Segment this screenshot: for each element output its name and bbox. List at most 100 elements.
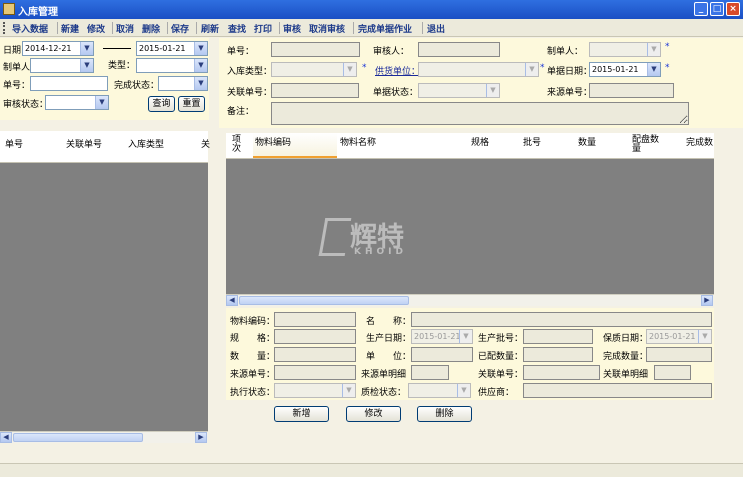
dropdown-arrow-icon[interactable]: ▼	[647, 63, 660, 76]
find-button[interactable]: 查找	[228, 22, 246, 35]
dropdown-arrow-icon[interactable]: ▼	[525, 63, 538, 76]
window-title: 入库管理	[18, 7, 58, 18]
dropdown-arrow-icon[interactable]: ▼	[459, 330, 472, 343]
in-type-label: 入库类型：	[227, 67, 273, 77]
supplier-link[interactable]: 供货单位：	[375, 64, 420, 77]
rel-no-input[interactable]	[271, 83, 359, 98]
dropdown-arrow-icon[interactable]: ▼	[194, 77, 207, 90]
rel-no-detail-input[interactable]	[523, 365, 600, 380]
remark-textarea[interactable]	[271, 102, 689, 125]
required-icon: *	[665, 42, 670, 52]
scroll-thumb[interactable]	[239, 296, 409, 305]
reset-button[interactable]: 重置	[178, 96, 205, 112]
done-status-select[interactable]: ▼	[158, 76, 208, 91]
scroll-left-icon[interactable]: ◀	[226, 295, 238, 306]
new-button[interactable]: 新建	[61, 22, 79, 35]
dropdown-arrow-icon[interactable]: ▼	[698, 330, 711, 343]
prod-date-picker[interactable]: 2015-01-21 ▼	[411, 329, 473, 344]
order-status-select[interactable]: ▼	[418, 83, 500, 98]
source-no-input[interactable]	[589, 83, 674, 98]
date-from-picker[interactable]: 2014-12-21 ▼	[22, 41, 94, 56]
maximize-button[interactable]: □	[710, 2, 724, 16]
order-list-scrollbar[interactable]: ◀ ▶	[0, 431, 208, 443]
detail-grid-scrollbar[interactable]: ◀ ▶	[226, 294, 714, 306]
supplier-detail-input[interactable]	[523, 383, 712, 398]
rel-detail-input[interactable]	[654, 365, 691, 380]
complete-order-button[interactable]: 完成单据作业	[358, 22, 412, 35]
scroll-thumb[interactable]	[13, 433, 143, 442]
modify-button[interactable]: 修改	[87, 22, 105, 35]
dropdown-arrow-icon[interactable]: ▼	[80, 59, 93, 72]
import-button[interactable]: 导入数据	[12, 22, 48, 35]
exec-status-select[interactable]: ▼	[274, 383, 356, 398]
qty-input[interactable]	[274, 347, 356, 362]
save-button[interactable]: 保存	[171, 22, 189, 35]
dropdown-arrow-icon[interactable]: ▼	[343, 63, 356, 76]
source-no-detail-input[interactable]	[274, 365, 356, 380]
prod-batch-input[interactable]	[523, 329, 593, 344]
delete-row-button[interactable]: 删除	[417, 406, 472, 422]
dropdown-arrow-icon[interactable]: ▼	[486, 84, 499, 97]
audit-button[interactable]: 审核	[283, 22, 301, 35]
col-material-code[interactable]: 物料编码	[253, 133, 337, 158]
no-input[interactable]	[30, 76, 108, 91]
dropdown-arrow-icon[interactable]: ▼	[95, 96, 108, 109]
close-button[interactable]: ×	[726, 2, 740, 16]
col-material-name[interactable]: 物料名称	[340, 133, 376, 158]
supplier-select[interactable]: ▼	[418, 62, 539, 77]
col-qty[interactable]: 数量	[578, 133, 596, 158]
detail-grid[interactable]: 项次 物料编码 物料名称 规格 批号 数量 配盘数量 完成数 辉特 KHOID …	[226, 133, 714, 306]
scroll-right-icon[interactable]: ▶	[701, 295, 713, 306]
type-select[interactable]: ▼	[136, 58, 208, 73]
spec-input[interactable]	[274, 329, 356, 344]
auditor-input[interactable]	[418, 42, 500, 57]
maker-select[interactable]: ▼	[30, 58, 94, 73]
qc-status-select[interactable]: ▼	[408, 383, 471, 398]
dropdown-arrow-icon[interactable]: ▼	[457, 384, 470, 397]
scroll-left-icon[interactable]: ◀	[0, 432, 12, 443]
alloc-qty-input[interactable]	[523, 347, 593, 362]
expiry-date-picker[interactable]: 2015-01-21 ▼	[646, 329, 712, 344]
dropdown-arrow-icon[interactable]: ▼	[647, 43, 660, 56]
in-type-select[interactable]: ▼	[271, 62, 357, 77]
order-date-picker[interactable]: 2015-01-21 ▼	[589, 62, 661, 77]
col-batch[interactable]: 批号	[523, 133, 541, 158]
source-detail-input[interactable]	[411, 365, 449, 380]
col-line[interactable]: 项次	[232, 133, 248, 158]
material-name-input[interactable]	[411, 312, 712, 327]
col-no[interactable]: 单号	[5, 131, 23, 162]
print-button[interactable]: 打印	[254, 22, 272, 35]
header-no-input[interactable]	[271, 42, 360, 57]
unit-label: 单 位：	[366, 352, 412, 362]
rel-no-label: 关联单号：	[227, 88, 273, 98]
col-spec[interactable]: 规格	[471, 133, 489, 158]
edit-row-button[interactable]: 修改	[346, 406, 401, 422]
toolbar-grip-icon[interactable]	[3, 22, 6, 34]
cancel-button[interactable]: 取消	[116, 22, 134, 35]
cancel-audit-button[interactable]: 取消审核	[309, 22, 345, 35]
order-list-header: 单号 关联单号 入库类型 关	[0, 131, 210, 163]
material-code-input[interactable]	[274, 312, 356, 327]
dropdown-arrow-icon[interactable]: ▼	[194, 59, 207, 72]
col-done-qty[interactable]: 完成数	[686, 133, 713, 158]
col-type[interactable]: 入库类型	[128, 131, 164, 162]
done-qty-input[interactable]	[646, 347, 712, 362]
order-list-grid[interactable]: 单号 关联单号 入库类型 关 ◀ ▶	[0, 131, 210, 443]
dropdown-arrow-icon[interactable]: ▼	[342, 384, 355, 397]
scroll-right-icon[interactable]: ▶	[195, 432, 207, 443]
col-alloc-qty[interactable]: 配盘数量	[632, 133, 664, 158]
refresh-button[interactable]: 刷新	[201, 22, 219, 35]
add-row-button[interactable]: 新增	[274, 406, 329, 422]
audit-status-select[interactable]: ▼	[45, 95, 109, 110]
minimize-button[interactable]: _	[694, 2, 708, 16]
exit-button[interactable]: 退出	[427, 22, 445, 35]
dropdown-arrow-icon[interactable]: ▼	[194, 42, 207, 55]
date-to-picker[interactable]: 2015-01-21 ▼	[136, 41, 208, 56]
unit-input[interactable]	[411, 347, 473, 362]
maker-header-select[interactable]: ▼	[589, 42, 661, 57]
col-rel-no[interactable]: 关联单号	[66, 131, 102, 162]
dropdown-arrow-icon[interactable]: ▼	[80, 42, 93, 55]
query-button[interactable]: 查询	[148, 96, 175, 112]
delete-button[interactable]: 删除	[142, 22, 160, 35]
col-rel[interactable]: 关	[201, 131, 210, 162]
